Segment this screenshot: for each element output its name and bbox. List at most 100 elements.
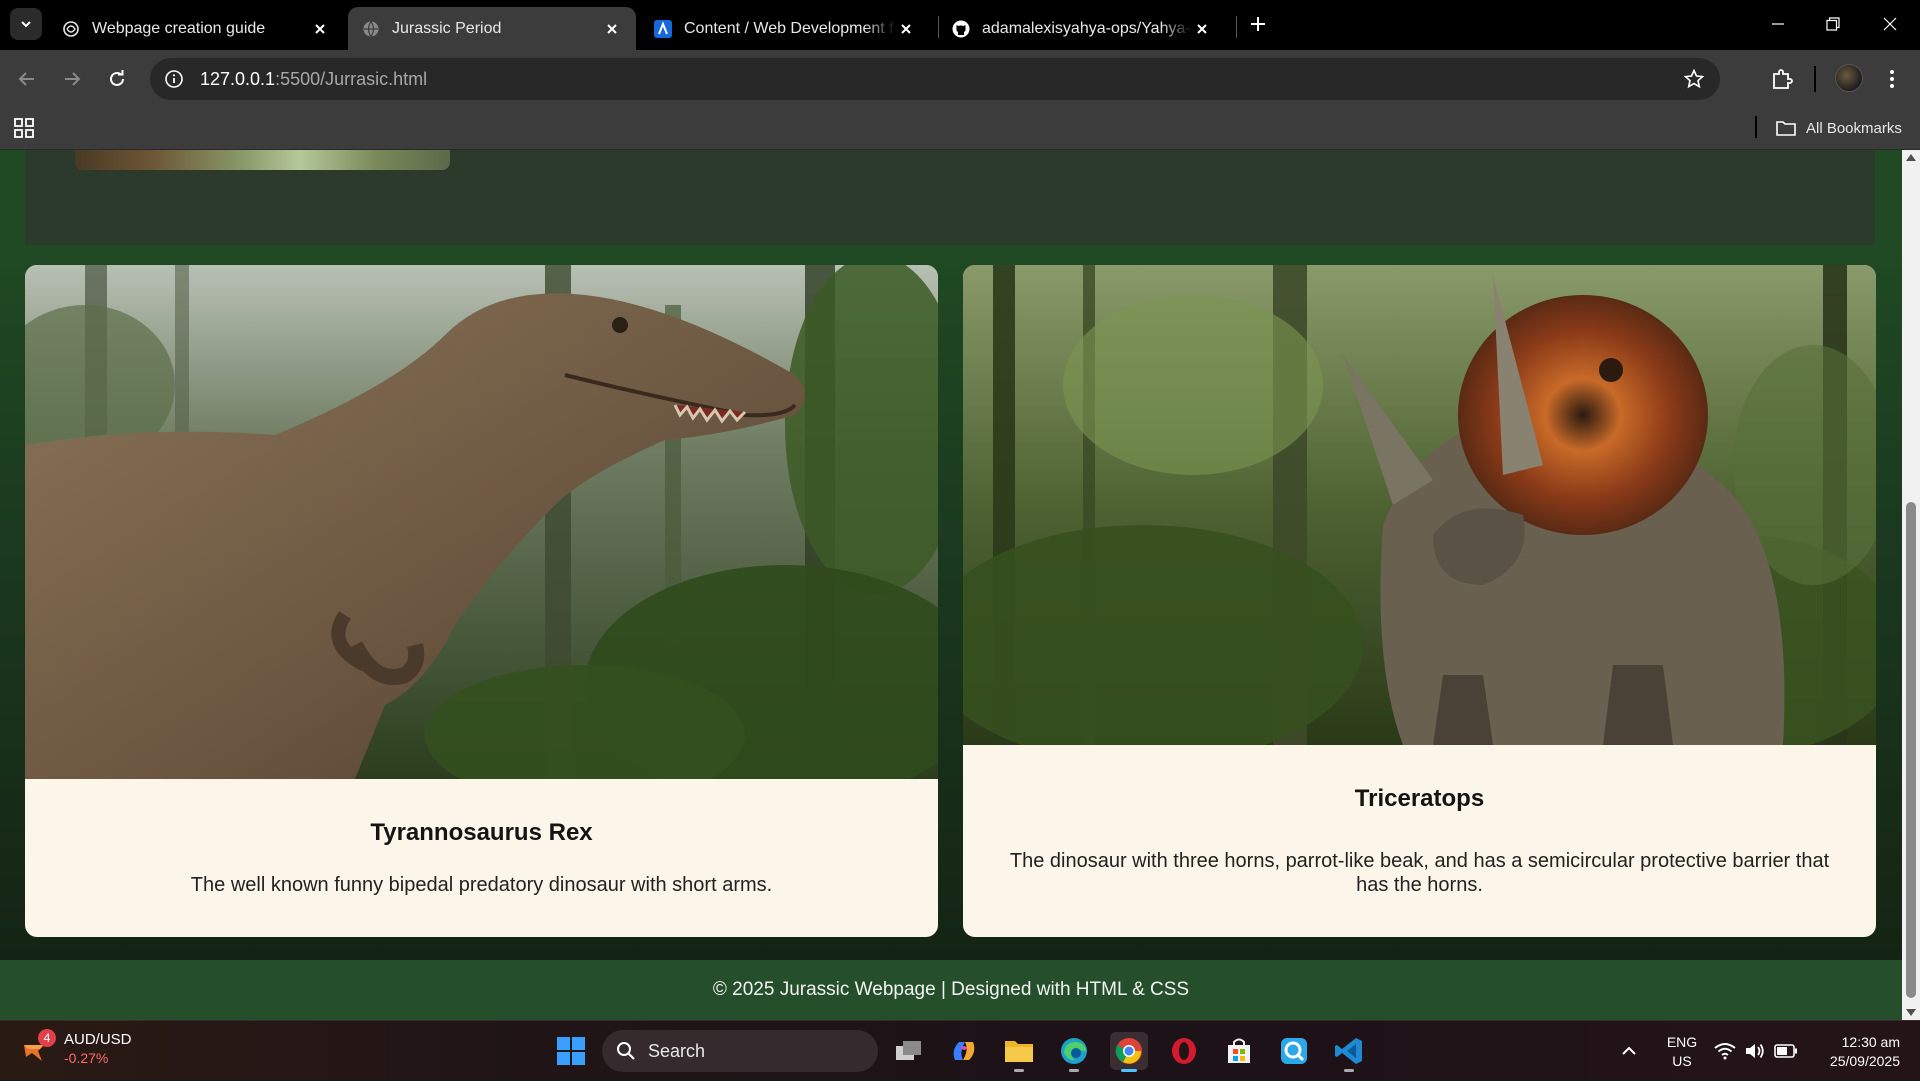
page-scrollbar[interactable]	[1902, 150, 1920, 1020]
restore-button[interactable]	[1821, 12, 1845, 36]
puzzle-icon	[1773, 69, 1793, 89]
github-icon	[952, 20, 970, 38]
wifi-icon	[1714, 1043, 1736, 1060]
scroll-down-arrow-icon[interactable]	[1906, 1009, 1916, 1016]
close-icon	[1883, 17, 1897, 31]
show-hidden-icons-button[interactable]	[1614, 1032, 1644, 1070]
opera-button[interactable]	[1165, 1032, 1203, 1070]
running-indicator	[1014, 1069, 1024, 1072]
running-indicator	[1121, 1069, 1137, 1072]
address-bar[interactable]: 127.0.0.1:5500/Jurrasic.html	[150, 58, 1720, 100]
card-title: Tyrannosaurus Rex	[370, 819, 593, 846]
trex-photo	[25, 265, 938, 779]
taskbar-search-box[interactable]: Search	[602, 1030, 878, 1072]
store-icon	[1228, 1038, 1250, 1063]
close-tab-icon[interactable]	[310, 19, 330, 39]
card-description: The dinosaur with three horns, parrot-li…	[1009, 850, 1830, 896]
arrow-left-icon	[18, 72, 34, 86]
minimize-button[interactable]	[1766, 12, 1790, 36]
tab-title: Jurassic Period	[392, 19, 502, 37]
quick-assist-button[interactable]	[1275, 1032, 1313, 1070]
battery-icon	[1774, 1044, 1797, 1058]
clock[interactable]: 12:30 am 25/09/2025	[1810, 1033, 1900, 1071]
atlassian-icon	[654, 19, 672, 38]
dinosaur-cards-section: Tyrannosaurus Rex The well known funny b…	[0, 245, 1902, 960]
url-path: :5500/Jurrasic.html	[275, 68, 428, 89]
close-window-button[interactable]	[1878, 12, 1902, 36]
widgets-button[interactable]: 4 AUD/USD -0.27%	[22, 1029, 132, 1067]
tab-title: Webpage creation guide	[92, 19, 266, 37]
microsoft-store-button[interactable]	[1220, 1032, 1258, 1070]
windows-taskbar: 4 AUD/USD -0.27% Search ENG US 12:30 am …	[0, 1020, 1920, 1080]
quick-settings-button[interactable]	[1714, 1021, 1798, 1081]
tab-jurassic-period[interactable]: Jurassic Period	[348, 7, 636, 50]
globe-icon	[362, 20, 380, 38]
tab-strip: Webpage creation guide Jurassic Period C…	[0, 0, 1920, 50]
footer-text: © 2025 Jurassic Webpage | Designed with …	[712, 979, 1190, 1000]
widget-title: AUD/USD	[64, 1031, 132, 1048]
input-language-indicator[interactable]: ENG US	[1664, 1033, 1700, 1071]
toolbar-divider	[1814, 66, 1816, 92]
all-bookmarks-button[interactable]: All Bookmarks	[1776, 116, 1902, 140]
triceratops-photo	[963, 265, 1876, 745]
menu-button[interactable]	[1880, 67, 1904, 91]
edge-icon	[1061, 1038, 1087, 1064]
minimize-icon	[1772, 23, 1784, 25]
clock-time: 12:30 am	[1841, 1034, 1900, 1050]
card-description: The well known funny bipedal predatory d…	[190, 874, 773, 896]
new-tab-button[interactable]	[1246, 12, 1270, 36]
folder-icon	[1005, 1041, 1033, 1062]
chevron-down-icon	[21, 21, 31, 28]
tab-title: Content / Web Development fo	[684, 19, 896, 37]
extensions-button[interactable]	[1770, 67, 1794, 91]
restore-icon	[1826, 17, 1840, 31]
search-label: Search	[648, 1040, 706, 1061]
url-host: 127.0.0.1	[200, 68, 276, 89]
chrome-button[interactable]	[1110, 1032, 1148, 1072]
reload-button[interactable]	[105, 67, 129, 91]
volume-icon	[1746, 1043, 1764, 1059]
url-text: 127.0.0.1:5500/Jurrasic.html	[200, 69, 427, 90]
page-footer: © 2025 Jurassic Webpage | Designed with …	[0, 960, 1902, 1020]
bookmarks-divider	[1755, 116, 1757, 138]
bookmark-star-icon[interactable]	[1682, 67, 1706, 91]
copilot-button[interactable]	[945, 1032, 983, 1070]
tab-content-web-dev[interactable]: Content / Web Development fo	[640, 7, 930, 50]
bookmarks-bar: All Bookmarks	[0, 108, 1920, 150]
widget-change: -0.27%	[64, 1050, 109, 1066]
vscode-icon	[1335, 1038, 1362, 1064]
stocks-widget-icon: 4	[22, 1029, 56, 1063]
scrollbar-thumb[interactable]	[1906, 502, 1916, 998]
browser-toolbar: 127.0.0.1:5500/Jurrasic.html	[0, 50, 1920, 108]
tab-title: adamalexisyahya-ops/Yahya---F	[982, 19, 1192, 37]
close-tab-icon[interactable]	[1192, 19, 1212, 39]
close-tab-icon[interactable]	[602, 19, 622, 39]
task-view-icon	[896, 1041, 921, 1060]
windows-start-icon[interactable]	[556, 1036, 586, 1066]
edge-button[interactable]	[1055, 1032, 1093, 1072]
folder-icon	[1776, 121, 1796, 136]
forward-button[interactable]	[60, 67, 84, 91]
profile-avatar[interactable]	[1835, 64, 1863, 92]
apps-grid-icon[interactable]	[14, 118, 34, 138]
card-tyrannosaurus-rex: Tyrannosaurus Rex The well known funny b…	[25, 265, 938, 937]
page-viewport: Tyrannosaurus Rex The well known funny b…	[0, 150, 1902, 1020]
back-button[interactable]	[15, 67, 39, 91]
card-triceratops: Triceratops The dinosaur with three horn…	[963, 265, 1876, 937]
task-view-button[interactable]	[890, 1032, 928, 1070]
card-title: Triceratops	[1354, 785, 1485, 812]
quick-assist-icon	[1281, 1038, 1307, 1064]
notification-badge: 4	[38, 1029, 56, 1047]
chevron-up-icon	[1622, 1046, 1636, 1055]
chrome-icon	[1115, 1038, 1142, 1064]
tab-github[interactable]: adamalexisyahya-ops/Yahya---F	[938, 7, 1226, 50]
tab-search-button[interactable]	[10, 8, 42, 40]
vscode-button[interactable]	[1330, 1032, 1368, 1072]
openai-icon	[62, 20, 80, 38]
file-explorer-button[interactable]	[1000, 1032, 1038, 1072]
site-info-icon[interactable]	[162, 67, 186, 91]
tab-webpage-guide[interactable]: Webpage creation guide	[48, 7, 344, 50]
running-indicator	[1069, 1069, 1079, 1072]
close-tab-icon[interactable]	[896, 19, 916, 39]
scroll-up-arrow-icon[interactable]	[1906, 154, 1916, 161]
